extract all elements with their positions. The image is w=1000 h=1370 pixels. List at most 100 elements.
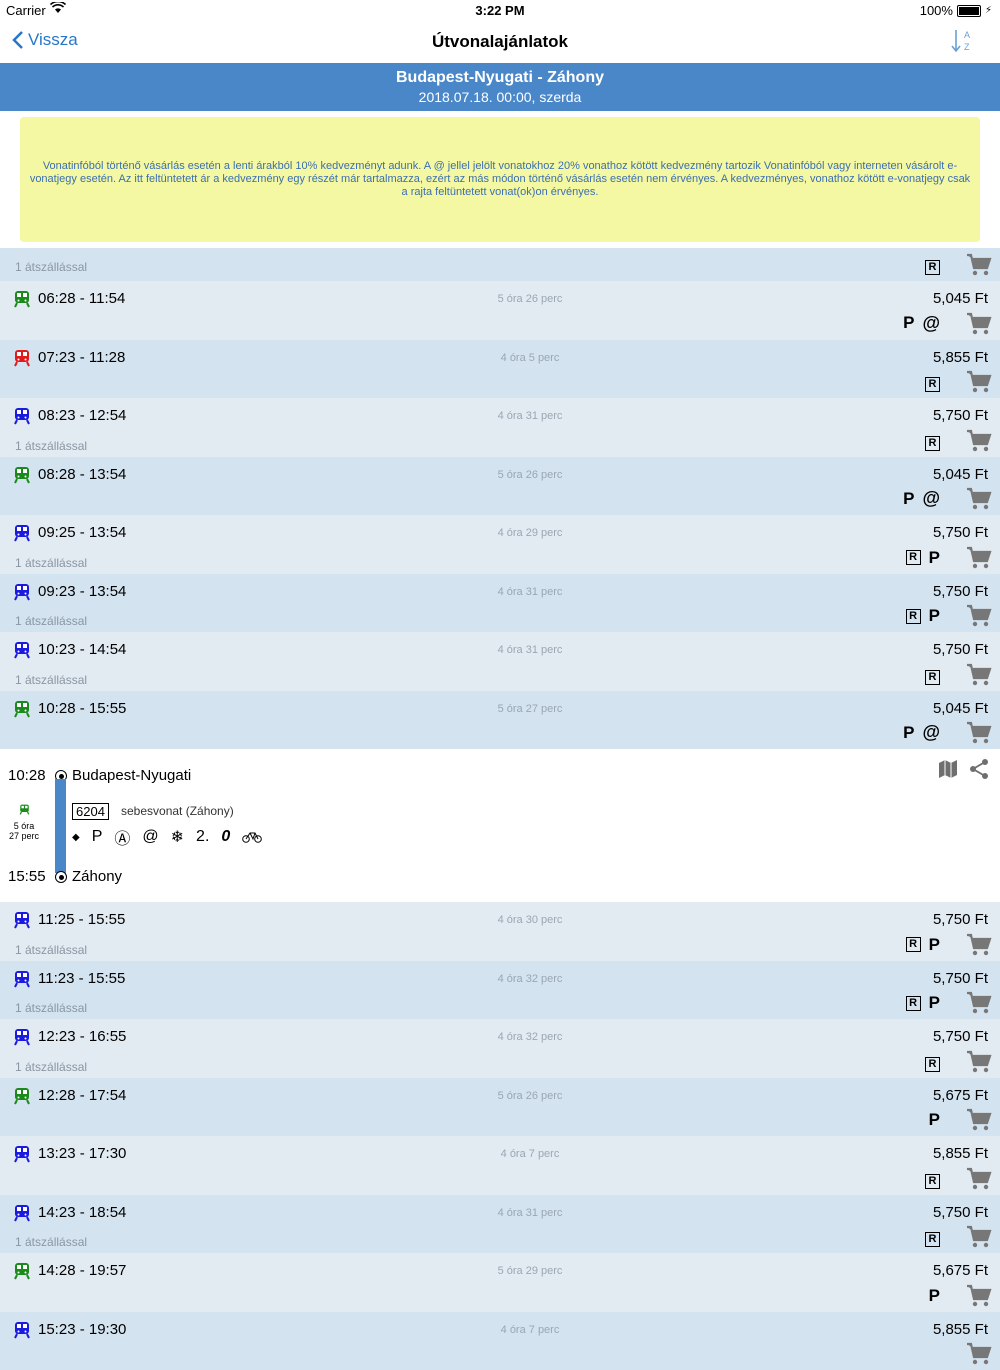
connection-row[interactable]: 15:23 - 19:304 óra 7 perc5,855 Ft (0, 1312, 1000, 1370)
connection-detail: 10:28 Budapest-Nyugati 5 óra 27 perc 620… (0, 749, 1000, 902)
sort-az-button[interactable]: A Z (950, 28, 974, 59)
ticket-price: 5,855 Ft (933, 349, 988, 366)
online-ticket-icon: @ (922, 722, 940, 743)
parking-icon: P (929, 1286, 940, 1306)
air-conditioning-icon: ❄ (171, 827, 184, 847)
reservation-icon: R (906, 550, 921, 565)
parking-icon: P (929, 548, 940, 568)
clock: 3:22 PM (0, 3, 1000, 18)
journey-duration: 4 óra 30 perc (430, 914, 630, 926)
feature-icons: R (925, 1232, 940, 1247)
journey-duration: 4 óra 31 perc (430, 1207, 630, 1219)
connection-row[interactable]: 10:23 - 14:544 óra 31 perc5,750 Ft1 átsz… (0, 632, 1000, 691)
train-icon (13, 1087, 31, 1105)
connection-row[interactable]: 09:23 - 13:544 óra 31 perc5,750 Ft1 átsz… (0, 574, 1000, 633)
cart-icon[interactable] (966, 933, 992, 957)
connection-row[interactable]: 10:28 - 15:555 óra 27 perc5,045 FtP@ (0, 691, 1000, 750)
cart-icon[interactable] (966, 487, 992, 511)
sort-az-icon: A Z (950, 28, 974, 54)
connection-row[interactable]: 12:23 - 16:554 óra 32 perc5,750 Ft1 átsz… (0, 1019, 1000, 1078)
feature-icons: RP (906, 548, 940, 568)
cart-icon[interactable] (966, 1284, 992, 1308)
cart-icon[interactable] (966, 1108, 992, 1132)
connection-row[interactable]: 09:25 - 13:544 óra 29 perc5,750 Ft1 átsz… (0, 515, 1000, 574)
departure-arrival-times: 10:28 - 15:55 (38, 700, 126, 717)
parking-icon: P (929, 993, 940, 1013)
train-icon (13, 1321, 31, 1339)
departure-time: 10:28 (8, 767, 46, 784)
connection-row[interactable]: 11:23 - 15:554 óra 32 perc5,750 Ft1 átsz… (0, 961, 1000, 1020)
route-name: Budapest-Nyugati - Záhony (0, 69, 1000, 87)
train-icon (13, 466, 31, 484)
departure-arrival-times: 11:23 - 15:55 (38, 970, 125, 987)
reservation-icon: R (925, 260, 940, 275)
feature-icons: R (925, 436, 940, 451)
journey-duration: 5 óra 27 perc (4, 821, 44, 841)
reservation-icon: R (906, 996, 921, 1011)
feature-icons: R (925, 1057, 940, 1072)
departure-arrival-times: 09:25 - 13:54 (38, 524, 126, 541)
ticket-price: 5,750 Ft (933, 1204, 988, 1221)
share-icon[interactable] (968, 758, 990, 780)
connection-row[interactable]: 14:28 - 19:575 óra 29 perc5,675 FtP (0, 1253, 1000, 1312)
connection-row[interactable]: 08:23 - 12:544 óra 31 perc5,750 Ft1 átsz… (0, 398, 1000, 457)
journey-duration: 4 óra 31 perc (430, 586, 630, 598)
train-number: 6204 (72, 803, 109, 820)
feature-icons: R (925, 670, 940, 685)
svg-text:A: A (964, 30, 970, 40)
cart-icon[interactable] (966, 312, 992, 336)
cart-icon[interactable] (966, 1050, 992, 1074)
connection-row[interactable]: 07:23 - 11:284 óra 5 perc5,855 FtR (0, 340, 1000, 399)
amenity-icons: ◆ P Ⓐ @ ❄ 2. 0 (72, 825, 262, 849)
cart-icon[interactable] (966, 370, 992, 394)
departure-arrival-times: 12:23 - 16:55 (38, 1028, 126, 1045)
reservation-icon: R (925, 1232, 940, 1247)
ticket-price: 5,045 Ft (933, 466, 988, 483)
battery-status: 100% ⚡ (920, 3, 992, 18)
connection-row[interactable]: 14:23 - 18:544 óra 31 perc5,750 Ft1 átsz… (0, 1195, 1000, 1254)
journey-duration: 5 óra 26 perc (430, 469, 630, 481)
cart-icon[interactable] (966, 1167, 992, 1191)
cart-icon[interactable] (966, 991, 992, 1015)
transfer-label: 1 átszállással (15, 1060, 87, 1074)
status-bar: Carrier 3:22 PM 100% ⚡ (0, 0, 1000, 20)
ticket-price: 5,855 Ft (933, 1321, 988, 1338)
ticket-price: 5,855 Ft (933, 1145, 988, 1162)
feature-icons: RP (906, 935, 940, 955)
second-class-icon: 2. (196, 828, 209, 846)
list-item[interactable]: 1 átszállással R (0, 248, 1000, 281)
connection-row[interactable]: 12:28 - 17:545 óra 26 perc5,675 FtP (0, 1078, 1000, 1137)
feature-icons: RP (906, 993, 940, 1013)
departure-arrival-times: 13:23 - 17:30 (38, 1145, 126, 1162)
transfer-label: 1 átszállással (15, 1001, 87, 1015)
departure-arrival-times: 08:28 - 13:54 (38, 466, 126, 483)
cart-icon[interactable] (966, 546, 992, 570)
cart-icon[interactable] (966, 663, 992, 687)
map-icon[interactable] (938, 759, 958, 779)
departure-arrival-times: 15:23 - 19:30 (38, 1321, 126, 1338)
connection-row[interactable]: 06:28 - 11:545 óra 26 perc5,045 FtP@ (0, 281, 1000, 340)
battery-icon (957, 5, 981, 17)
departure-arrival-times: 10:23 - 14:54 (38, 641, 126, 658)
parking-icon: P (903, 723, 914, 743)
online-ticket-icon: @ (922, 488, 940, 509)
journey-duration: 5 óra 26 perc (430, 1090, 630, 1102)
cart-icon[interactable] (966, 1342, 992, 1366)
departure-arrival-times: 14:28 - 19:57 (38, 1262, 126, 1279)
journey-duration: 4 óra 31 perc (430, 410, 630, 422)
cart-icon[interactable] (966, 604, 992, 628)
connection-row[interactable]: 11:25 - 15:554 óra 30 perc5,750 Ft1 átsz… (0, 902, 1000, 961)
cart-icon[interactable] (966, 721, 992, 745)
cart-icon[interactable] (966, 429, 992, 453)
departure-station: Budapest-Nyugati (72, 767, 191, 784)
cart-icon[interactable] (966, 1225, 992, 1249)
train-icon (13, 700, 31, 718)
transfer-label: 1 átszállással (15, 260, 87, 274)
connection-row[interactable]: 13:23 - 17:304 óra 7 perc5,855 FtR (0, 1136, 1000, 1195)
transfer-label: 1 átszállással (15, 439, 87, 453)
reservation-icon: R (906, 937, 921, 952)
ticket-price: 5,675 Ft (933, 1087, 988, 1104)
feature-icons: P@ (903, 722, 940, 743)
connection-row[interactable]: 08:28 - 13:545 óra 26 perc5,045 FtP@ (0, 457, 1000, 516)
cart-icon[interactable] (966, 253, 992, 277)
